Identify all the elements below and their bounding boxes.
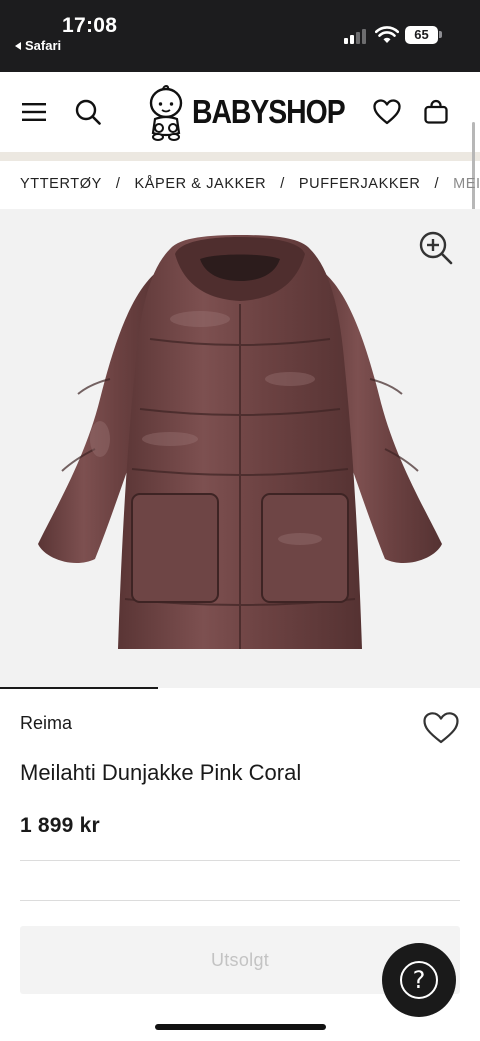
breadcrumb-separator: / [280, 176, 285, 192]
product-price: 1 899 kr [20, 814, 100, 837]
logo-text: BABYSHOP [192, 93, 346, 130]
home-indicator[interactable] [155, 1024, 326, 1030]
header-band [0, 152, 480, 161]
wishlist-button[interactable] [366, 92, 408, 132]
help-icon: ? [400, 961, 438, 999]
battery-indicator: 65 [405, 26, 438, 44]
zoom-in-icon [419, 231, 453, 265]
divider [20, 900, 460, 901]
gallery-progress-bar [0, 687, 158, 689]
product-name: Meilahti Dunjakke Pink Coral [20, 760, 302, 785]
cellular-signal-icon [344, 28, 368, 44]
add-to-wishlist-button[interactable] [422, 711, 460, 745]
back-app-label: Safari [25, 38, 62, 53]
divider [20, 860, 460, 861]
search-icon [75, 99, 101, 125]
breadcrumb: YTTERTØY / KÅPER & JAKKER / PUFFERJAKKER… [0, 161, 480, 209]
status-bar: 17:08 Safari 65 [0, 0, 480, 72]
wifi-icon [375, 26, 399, 43]
breadcrumb-separator: / [115, 176, 121, 192]
help-chat-button[interactable]: ? [382, 943, 456, 1017]
babyshop-logo[interactable]: BABYSHOP [146, 80, 369, 144]
back-arrow-icon [15, 41, 21, 50]
heart-icon [373, 99, 401, 125]
menu-button[interactable] [14, 92, 54, 132]
breadcrumb-kaper-jakker[interactable]: KÅPER & JAKKER [135, 176, 267, 192]
baby-mascot-icon [149, 85, 183, 141]
cart-button[interactable] [416, 92, 456, 132]
breadcrumb-separator: / [434, 176, 440, 192]
battery-tip [439, 31, 442, 38]
breadcrumb-pufferjakker[interactable]: PUFFERJAKKER [299, 176, 421, 192]
product-image-gallery[interactable] [0, 209, 480, 688]
status-time: 17:08 [62, 14, 118, 37]
product-brand[interactable]: Reima [20, 713, 72, 734]
breadcrumb-yttertoy[interactable]: YTTERTØY [20, 176, 102, 192]
breadcrumb-current: MEILAHTI [453, 176, 480, 192]
back-to-safari-link[interactable]: Safari [15, 38, 61, 53]
search-button[interactable] [68, 92, 108, 132]
shopping-bag-icon [424, 99, 448, 124]
zoom-button[interactable] [418, 230, 454, 266]
heart-icon [423, 712, 459, 744]
menu-icon [22, 103, 46, 121]
puffer-jacket-image [38, 235, 442, 649]
site-header: BABYSHOP [0, 72, 480, 152]
